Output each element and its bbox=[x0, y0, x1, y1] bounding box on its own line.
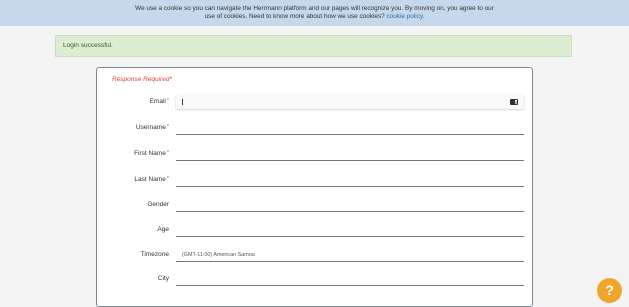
required-marker: * bbox=[169, 76, 172, 83]
form-row-timezone: Timezone (GMT-11:00) American Samoa bbox=[97, 248, 534, 264]
profile-form-card: Response Required* Email* Username* Firs… bbox=[96, 67, 533, 307]
question-icon: ? bbox=[605, 282, 614, 298]
text-cursor bbox=[182, 98, 183, 105]
username-field[interactable] bbox=[176, 121, 524, 135]
city-field[interactable] bbox=[176, 272, 524, 286]
cookie-banner-text: use of cookies. Need to know more about … bbox=[204, 12, 385, 20]
cookie-policy-link[interactable]: cookie policy. bbox=[387, 13, 425, 20]
gender-field[interactable] bbox=[176, 198, 524, 212]
cookie-banner-text-line2: use of cookies. Need to know more about … bbox=[0, 13, 629, 21]
cookie-banner-text-line1: We use a cookie so you can navigate the … bbox=[135, 4, 494, 12]
last-name-field[interactable] bbox=[176, 173, 524, 187]
email-field[interactable] bbox=[176, 95, 524, 109]
city-label: City bbox=[157, 275, 169, 282]
timezone-label: Timezone bbox=[140, 251, 169, 258]
form-row-last-name: Last Name* bbox=[97, 173, 534, 189]
form-row-email: Email* bbox=[97, 95, 534, 111]
timezone-select[interactable]: (GMT-11:00) American Samoa bbox=[176, 248, 524, 262]
response-required-note: Response Required* bbox=[112, 76, 172, 83]
form-row-age: Age bbox=[97, 223, 534, 239]
last-name-label: Last Name* bbox=[134, 176, 169, 183]
age-field[interactable] bbox=[176, 223, 524, 237]
help-button[interactable]: ? bbox=[597, 278, 622, 303]
response-required-text: Response Required bbox=[112, 76, 170, 83]
login-success-alert: Login successful. bbox=[55, 35, 572, 57]
age-label: Age bbox=[157, 226, 169, 233]
form-row-gender: Gender bbox=[97, 198, 534, 214]
contact-card-icon[interactable] bbox=[510, 99, 518, 105]
cookie-banner: We use a cookie so you can navigate the … bbox=[0, 0, 629, 26]
form-row-username: Username* bbox=[97, 121, 534, 137]
form-row-city: City bbox=[97, 272, 534, 288]
email-label: Email* bbox=[149, 98, 169, 105]
form-row-first-name: First Name* bbox=[97, 147, 534, 163]
first-name-field[interactable] bbox=[176, 147, 524, 161]
username-label: Username* bbox=[135, 124, 169, 131]
first-name-label: First Name* bbox=[134, 150, 169, 157]
gender-label: Gender bbox=[147, 201, 169, 208]
